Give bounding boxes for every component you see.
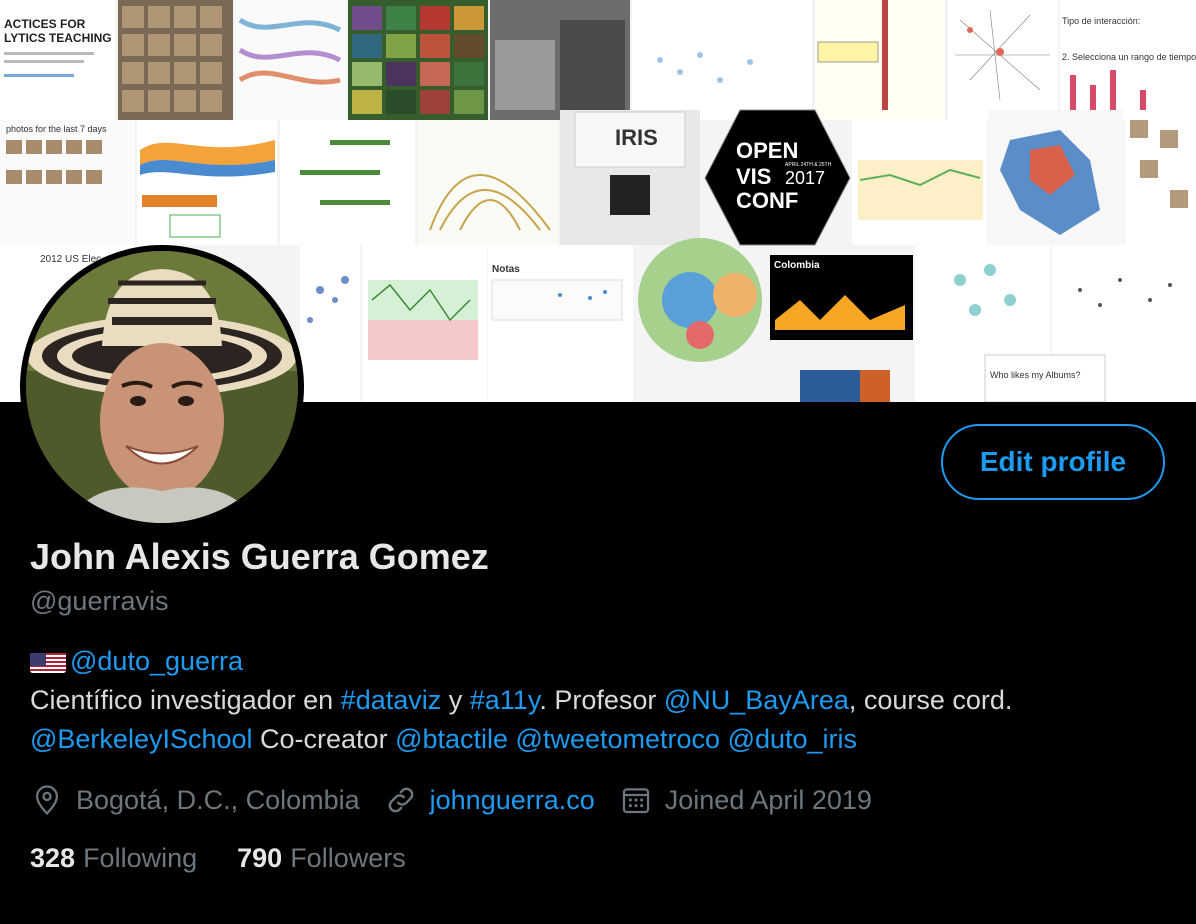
banner-notas-label: Notas xyxy=(492,264,520,275)
mention-btactile[interactable]: @btactile xyxy=(395,724,508,754)
banner-openvis-line1: OPEN xyxy=(736,138,798,163)
link-icon xyxy=(384,783,418,817)
bio-line-3: @BerkeleyISchool Co-creator @btactile @t… xyxy=(30,720,1180,759)
followers-label: Followers xyxy=(290,842,406,873)
website-item: johnguerra.co xyxy=(384,783,595,817)
mention-tweetometroco[interactable]: @tweetometroco xyxy=(516,724,721,754)
calendar-icon xyxy=(619,783,653,817)
us-flag-icon xyxy=(30,649,66,673)
joined-text: Joined April 2019 xyxy=(664,784,872,815)
bio-line-2: Científico investigador en #dataviz y #a… xyxy=(30,681,1180,720)
bio-text: y xyxy=(441,685,470,715)
following-label: Following xyxy=(83,842,198,873)
website-link[interactable]: johnguerra.co xyxy=(430,785,595,816)
banner-tipo-label: Tipo de interacción: xyxy=(1062,16,1140,26)
banner-colombia-label: Colombia xyxy=(774,260,820,271)
bio-text: Científico investigador en xyxy=(30,685,341,715)
location-pin-icon xyxy=(30,783,64,817)
profile-avatar[interactable] xyxy=(20,245,304,529)
followers-count: 790 xyxy=(237,842,283,873)
following-stat[interactable]: 328 Following xyxy=(30,843,197,874)
avatar-illustration xyxy=(26,251,298,523)
location-text: Bogotá, D.C., Colombia xyxy=(76,784,360,815)
hashtag-dataviz[interactable]: #dataviz xyxy=(341,685,442,715)
banner-openvis-date: APRIL 24TH & 25TH xyxy=(785,162,832,168)
edit-profile-button[interactable]: Edit profile xyxy=(941,424,1165,500)
profile-bio: @duto_guerra Científico investigador en … xyxy=(30,642,1180,759)
mention-berkeley[interactable]: @BerkeleyISchool xyxy=(30,724,253,754)
banner-rango-label: 2. Selecciona un rango de tiempo xyxy=(1062,52,1196,62)
joined-item: Joined April 2019 xyxy=(619,783,872,817)
bio-text: Co-creator xyxy=(252,724,396,754)
mention-duto-guerra[interactable]: @duto_guerra xyxy=(70,646,243,676)
banner-iris-label: IRIS xyxy=(615,125,658,150)
profile-stats: 328 Following 790 Followers xyxy=(30,840,446,876)
bio-line-1: @duto_guerra xyxy=(30,642,1180,681)
banner-practices-line2: LYTICS TEACHING xyxy=(4,31,112,45)
banner-photos-label: photos for the last 7 days xyxy=(6,124,107,134)
banner-who-label: Who likes my Albums? xyxy=(990,370,1081,380)
mention-duto-iris[interactable]: @duto_iris xyxy=(728,724,857,754)
mention-nu-bayarea[interactable]: @NU_BayArea xyxy=(664,685,849,715)
banner-practices-line1: ACTICES FOR xyxy=(4,17,86,31)
profile-handle: @guerravis xyxy=(30,586,169,616)
following-count: 328 xyxy=(30,842,76,873)
banner-openvis-line3: CONF xyxy=(736,188,798,213)
bio-text: . Profesor xyxy=(539,685,664,715)
bio-text: , course cord. xyxy=(848,685,1013,715)
avatar-photo xyxy=(26,251,298,523)
hashtag-a11y[interactable]: #a11y xyxy=(470,685,540,715)
profile-meta: Bogotá, D.C., Colombia johnguerra.co Joi… xyxy=(30,780,896,820)
followers-stat[interactable]: 790 Followers xyxy=(237,843,406,874)
banner-openvis-year: 2017 xyxy=(785,168,825,188)
location-item: Bogotá, D.C., Colombia xyxy=(30,783,360,817)
profile-name: John Alexis Guerra Gomez xyxy=(30,536,489,577)
banner-openvis-line2: VIS xyxy=(736,164,771,189)
